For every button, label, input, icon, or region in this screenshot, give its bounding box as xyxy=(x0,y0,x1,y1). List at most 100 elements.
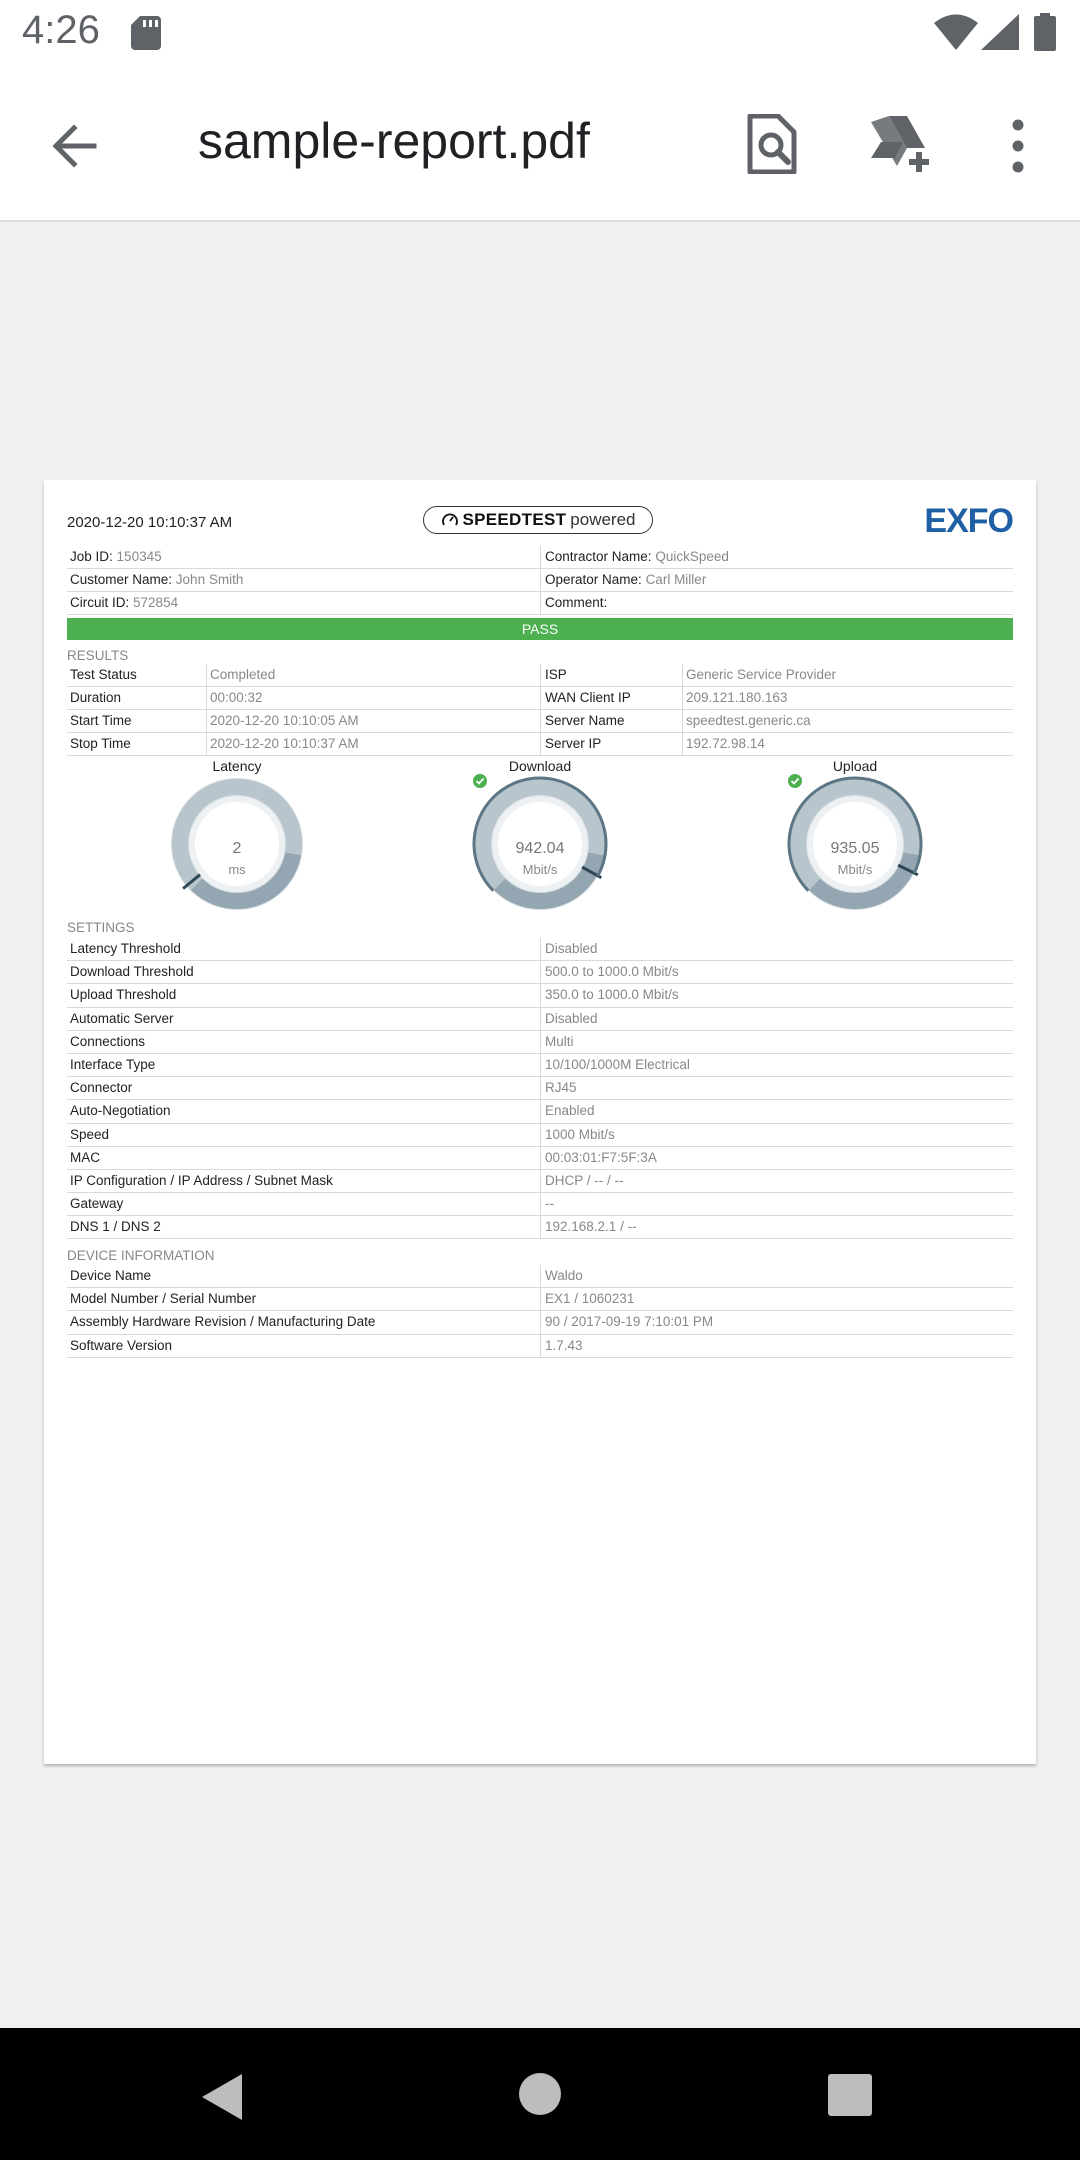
setting-value: EX1 / 1060231 xyxy=(540,1288,1013,1312)
job-info-table: Job ID: 150345 Contractor Name: QuickSpe… xyxy=(67,546,1013,615)
report-date: 2020-12-20 10:10:37 AM xyxy=(67,514,233,531)
table-row: Upload Threshold 350.0 to 1000.0 Mbit/s xyxy=(67,984,1013,1008)
table-row: Assembly Hardware Revision / Manufacturi… xyxy=(67,1311,1013,1335)
operator-label: Operator Name: xyxy=(545,572,642,587)
gauge-unit: Mbit/s xyxy=(837,862,873,877)
setting-label: Gateway xyxy=(67,1193,540,1217)
result-value: 209.121.180.163 xyxy=(682,687,1013,710)
table-row: Stop Time 2020-12-20 10:10:37 AM Server … xyxy=(67,733,1013,756)
setting-value: 00:03:01:F7:5F:3A xyxy=(540,1146,1013,1170)
app-bar: sample-report.pdf xyxy=(0,66,1080,222)
upload-gauge: Upload 935.05 Mbit/s xyxy=(765,758,945,938)
device-section-title: DEVICE INFORMATION xyxy=(67,1248,215,1263)
status-bar: 4:26 xyxy=(0,0,1080,66)
cell-signal-icon xyxy=(981,14,1019,50)
wifi-icon xyxy=(934,14,978,50)
table-row: MAC 00:03:01:F7:5F:3A xyxy=(67,1146,1013,1170)
setting-value: 1000 Mbit/s xyxy=(540,1123,1013,1147)
circuit-label: Circuit ID: xyxy=(70,595,130,610)
setting-label: Auto-Negotiation xyxy=(67,1100,540,1124)
document-title: sample-report.pdf xyxy=(198,113,590,169)
table-row: Connector RJ45 xyxy=(67,1077,1013,1101)
find-in-document-icon xyxy=(747,113,797,175)
pass-status-bar: PASS xyxy=(67,618,1013,640)
nav-home-icon[interactable] xyxy=(518,2072,562,2116)
table-row: Device Name Waldo xyxy=(67,1265,1013,1289)
arrow-back-icon xyxy=(52,124,97,168)
setting-value: 90 / 2017-09-19 7:10:01 PM xyxy=(540,1311,1013,1335)
table-row: Circuit ID: 572854 Comment: xyxy=(67,592,1013,615)
setting-label: MAC xyxy=(67,1147,540,1170)
setting-value: Disabled xyxy=(540,1007,1013,1031)
table-row: Job ID: 150345 Contractor Name: QuickSpe… xyxy=(67,546,1013,569)
add-to-drive-icon xyxy=(871,116,929,172)
add-to-drive-button[interactable] xyxy=(869,114,935,174)
setting-label: Connections xyxy=(67,1031,540,1054)
setting-value: 350.0 to 1000.0 Mbit/s xyxy=(540,984,1013,1008)
badge-suffix: powered xyxy=(570,510,636,529)
table-row: Model Number / Serial Number EX1 / 106023… xyxy=(67,1288,1013,1312)
table-row: Software Version 1.7.43 xyxy=(67,1334,1013,1358)
battery-icon xyxy=(1034,13,1056,51)
setting-value: 1.7.43 xyxy=(540,1334,1013,1358)
result-key: ISP xyxy=(540,664,682,687)
gauge-unit: Mbit/s xyxy=(522,862,558,877)
table-row: Gateway -- xyxy=(67,1193,1013,1217)
customer-value: John Smith xyxy=(175,572,244,587)
setting-label: DNS 1 / DNS 2 xyxy=(67,1216,540,1240)
setting-value: DHCP / -- / -- xyxy=(540,1169,1013,1194)
download-gauge: Download 942.04 Mbit/s xyxy=(450,758,630,938)
more-options-button[interactable] xyxy=(1003,116,1033,176)
setting-label: Download Threshold xyxy=(67,961,540,985)
setting-value: Enabled xyxy=(540,1100,1013,1124)
setting-value: Disabled xyxy=(540,938,1013,962)
result-key: Server IP xyxy=(540,733,682,756)
result-value: 192.72.98.14 xyxy=(682,733,1013,756)
operator-value: Carl Miller xyxy=(645,572,707,587)
table-row: Download Threshold 500.0 to 1000.0 Mbit/s xyxy=(67,961,1013,985)
result-value: speedtest.generic.ca xyxy=(682,710,1013,733)
table-row: IP Configuration / IP Address / Subnet M… xyxy=(67,1169,1013,1194)
setting-label: Assembly Hardware Revision / Manufacturi… xyxy=(67,1311,540,1335)
setting-label: Connector xyxy=(67,1077,540,1101)
comment-label: Comment: xyxy=(545,595,608,610)
contractor-label: Contractor Name: xyxy=(545,549,652,564)
gauge-value: 935.05 xyxy=(830,840,880,857)
setting-value: RJ45 xyxy=(540,1077,1013,1101)
result-key: Server Name xyxy=(540,710,682,733)
result-key: Stop Time xyxy=(67,733,206,756)
device-info-table: Device Name Waldo Model Number / Serial Nu… xyxy=(67,1265,1013,1358)
speedometer-icon xyxy=(441,513,458,526)
table-row: Automatic Server Disabled xyxy=(67,1007,1013,1031)
settings-section-title: SETTINGS xyxy=(67,920,135,935)
setting-label: IP Configuration / IP Address / Subnet M… xyxy=(67,1170,540,1194)
find-in-document-button[interactable] xyxy=(744,113,800,175)
setting-label: Latency Threshold xyxy=(67,938,540,962)
table-row: Start Time 2020-12-20 10:10:05 AM Server… xyxy=(67,710,1013,733)
speedtest-powered-badge: SPEEDTEST powered xyxy=(423,506,653,534)
setting-label: Automatic Server xyxy=(67,1008,540,1031)
setting-label: Software Version xyxy=(67,1335,540,1358)
result-value: 2020-12-20 10:10:37 AM xyxy=(206,733,540,756)
gauge-title: Upload xyxy=(765,758,945,788)
gauge-value: 2 xyxy=(232,840,242,857)
gauges-row: Latency 2 ms Download 942.04 Mbit/s Uplo… xyxy=(67,758,1013,938)
nav-recents-icon[interactable] xyxy=(828,2074,872,2116)
nav-back-icon[interactable] xyxy=(200,2072,244,2122)
setting-label: Interface Type xyxy=(67,1054,540,1078)
result-value: 00:00:32 xyxy=(206,687,540,710)
result-value: Generic Service Provider xyxy=(682,664,1013,687)
table-row: Duration 00:00:32 WAN Client IP 209.121.… xyxy=(67,687,1013,710)
table-row: Latency Threshold Disabled xyxy=(67,938,1013,962)
result-key: WAN Client IP xyxy=(540,687,682,710)
setting-label: Model Number / Serial Number xyxy=(67,1288,540,1312)
back-button[interactable] xyxy=(44,116,104,176)
navigation-bar xyxy=(0,2028,1080,2160)
gauge-value: 942.04 xyxy=(515,840,565,857)
result-value: 2020-12-20 10:10:05 AM xyxy=(206,710,540,733)
table-row: Interface Type 10/100/1000M Electrical xyxy=(67,1053,1013,1078)
job-id-value: 150345 xyxy=(116,549,162,564)
pdf-page[interactable]: 2020-12-20 10:10:37 AM SPEEDTEST powered… xyxy=(44,480,1036,1764)
results-section-title: RESULTS xyxy=(67,648,129,663)
result-key: Start Time xyxy=(67,710,206,733)
